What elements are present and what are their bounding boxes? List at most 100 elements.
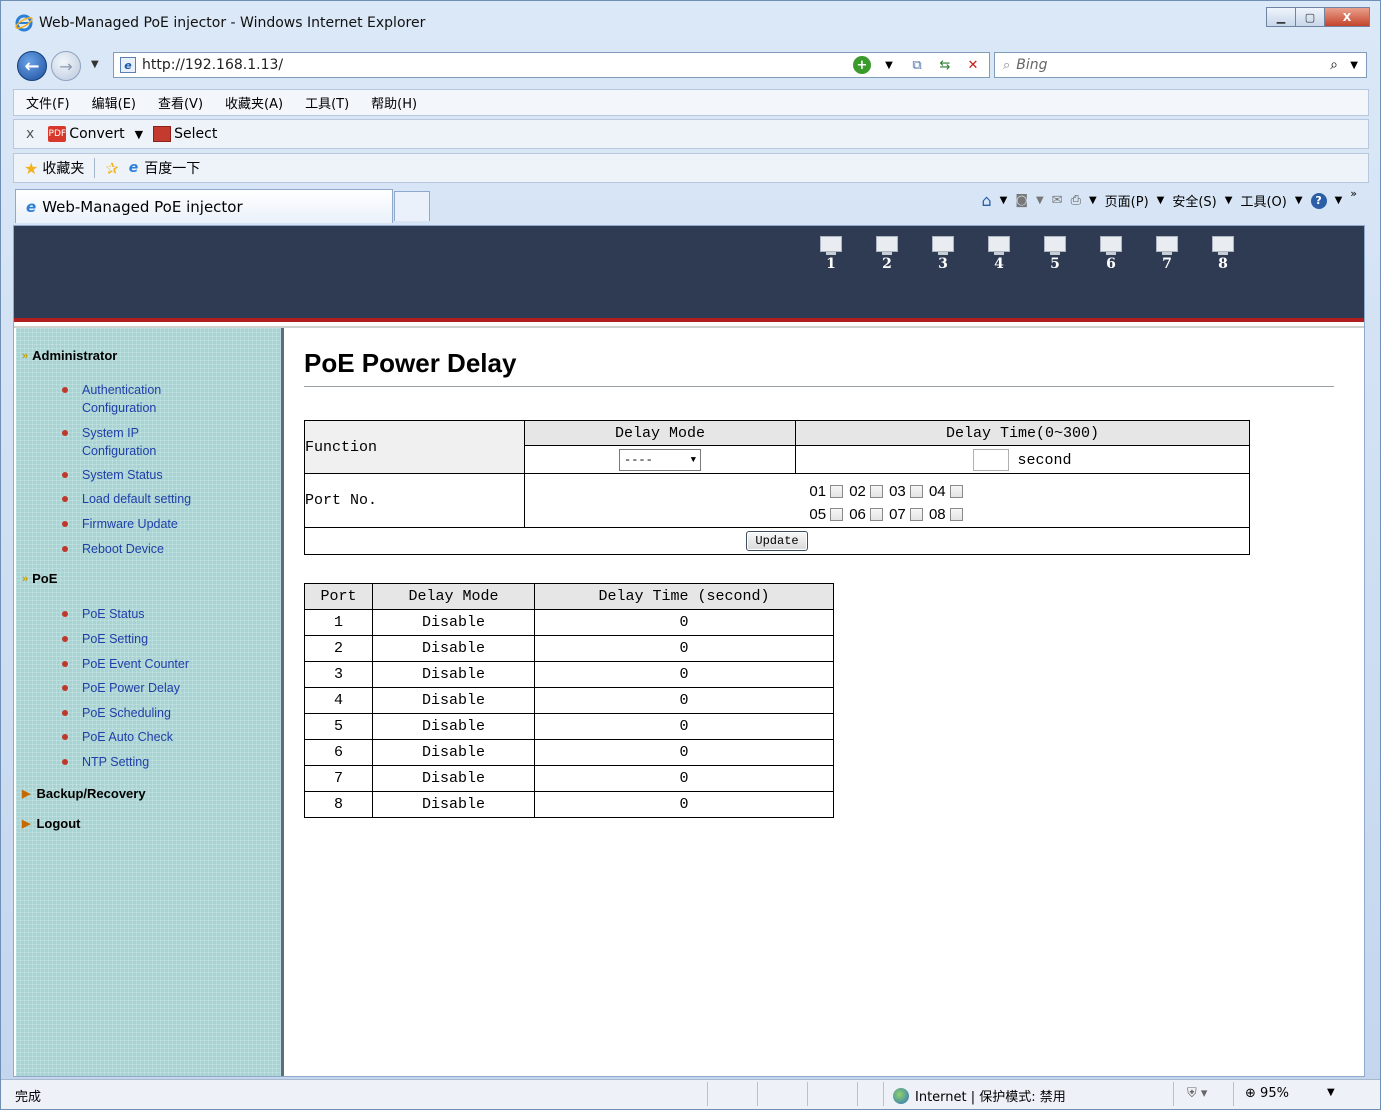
port-indicator[interactable]: 7 [1156,236,1178,271]
maximize-button[interactable]: ▢ [1295,7,1325,27]
sidebar-section-backup-recovery[interactable]: ▶ Backup/Recovery [22,786,146,801]
table-row: 6 Disable 0 [304,739,834,766]
address-bar[interactable]: e http://192.168.1.13/ + ▼ ⧉ ⇆ ✕ [113,52,990,78]
print-icon[interactable]: ⎙ [1071,193,1081,208]
sidebar-section-poe[interactable]: » PoE [22,571,57,586]
search-icon[interactable]: ⌕ [1330,57,1338,73]
sidebar-section-administrator[interactable]: » Administrator [22,348,117,363]
port-indicator[interactable]: 8 [1212,236,1234,271]
port-indicator[interactable]: 4 [988,236,1010,271]
safety-dropdown-icon[interactable]: ▼ [1225,195,1233,206]
port-number: 4 [994,256,1004,272]
sidebar-item-poe-setting[interactable]: PoE Setting [62,630,148,648]
feeds-icon[interactable]: ◙ [1015,193,1028,208]
page-dropdown-icon[interactable]: ▼ [1157,195,1165,206]
mail-icon[interactable]: ✉ [1052,193,1063,208]
sidebar-item-poe-event-counter[interactable]: PoE Event Counter [62,655,189,673]
zoom-level[interactable]: ⊕ 95% [1245,1086,1289,1101]
delay-time-input[interactable] [973,448,1010,471]
cell-delay-time: 0 [534,661,834,688]
tab-active[interactable]: e Web-Managed PoE injector [15,189,393,223]
go-icon[interactable]: + [853,56,871,74]
close-button[interactable]: X [1324,7,1370,27]
port-indicator[interactable]: 6 [1100,236,1122,271]
refresh-icon[interactable]: ⇆ [935,55,955,75]
delay-mode-select[interactable]: ---- [619,448,701,471]
port-indicator[interactable]: 1 [820,236,842,271]
help-icon[interactable]: ? [1310,192,1327,209]
print-dropdown-icon[interactable]: ▼ [1089,195,1097,206]
port-checkbox-05[interactable] [830,507,844,521]
menu-favorites[interactable]: 收藏夹(A) [213,93,293,112]
stop-icon[interactable]: ✕ [963,55,983,75]
sidebar-item-firmware-update[interactable]: Firmware Update [62,515,178,533]
chevron-more-icon[interactable]: » [1350,187,1357,200]
sidebar-item-authentication-configuration[interactable]: Authentication Configuration [62,381,161,417]
sidebar-item-poe-auto-check[interactable]: PoE Auto Check [62,728,173,746]
menu-help[interactable]: 帮助(H) [359,93,427,112]
search-box[interactable]: ⌕ Bing ⌕ ▼ [994,52,1367,78]
sidebar-item-system-status[interactable]: System Status [62,466,163,484]
port-checkbox-01[interactable] [830,484,844,498]
sidebar-item-poe-scheduling[interactable]: PoE Scheduling [62,704,171,722]
device-header: 1 2 3 4 5 6 7 8 [14,226,1364,322]
url-text[interactable]: http://192.168.1.13/ [142,57,853,73]
port-checkbox-02[interactable] [869,484,883,498]
favorites-button[interactable]: 收藏夹 [42,158,84,178]
sidebar-item-system-ip-configuration[interactable]: System IP Configuration [62,424,156,460]
sidebar-item-poe-status[interactable]: PoE Status [62,605,145,623]
home-dropdown-icon[interactable]: ▼ [1000,195,1008,206]
sidebar-item-load-default-setting[interactable]: Load default setting [62,490,191,508]
search-input[interactable]: Bing [1016,57,1330,73]
menu-edit[interactable]: 编辑(E) [80,93,146,112]
port-checkbox-06[interactable] [869,507,883,521]
select-button[interactable]: Select [174,126,217,142]
home-icon[interactable]: ⌂ [981,191,991,210]
search-dropdown-icon[interactable]: ▼ [1350,60,1358,71]
port-icon [1212,236,1234,252]
page-viewport: 1 2 3 4 5 6 7 8 » Administrator Authenti… [13,225,1365,1077]
protected-mode-icon[interactable]: ⛨ ▾ [1187,1086,1207,1101]
page-menu[interactable]: 页面(P) [1105,191,1149,210]
port-indicator[interactable]: 2 [876,236,898,271]
feeds-dropdown-icon[interactable]: ▼ [1036,195,1044,206]
port-checkbox-04[interactable] [949,484,963,498]
favorites-link-baidu[interactable]: 百度一下 [144,158,200,178]
address-dropdown-icon[interactable]: ▼ [879,55,899,75]
sidebar-item-reboot-device[interactable]: Reboot Device [62,540,164,558]
security-zone[interactable]: Internet | 保护模式: 禁用 [893,1086,1066,1105]
convert-button[interactable]: Convert [69,126,124,142]
toolbar-close-icon[interactable]: x [26,126,34,142]
help-dropdown-icon[interactable]: ▼ [1335,195,1343,206]
back-button[interactable]: ← [17,51,47,81]
minimize-button[interactable]: ▁ [1266,7,1296,27]
update-button[interactable]: Update [746,531,808,551]
history-dropdown-icon[interactable]: ▼ [91,59,99,70]
port-checkbox-label: 01 [809,482,827,500]
tools-menu[interactable]: 工具(O) [1240,191,1286,210]
sidebar-item-poe-power-delay[interactable]: PoE Power Delay [62,679,180,697]
port-indicator[interactable]: 5 [1044,236,1066,271]
new-tab-button[interactable] [394,191,430,221]
port-indicators: 1 2 3 4 5 6 7 8 [820,236,1234,271]
tools-dropdown-icon[interactable]: ▼ [1295,195,1303,206]
menu-file[interactable]: 文件(F) [14,93,80,112]
compatibility-icon[interactable]: ⧉ [907,55,927,75]
menu-tools[interactable]: 工具(T) [293,93,359,112]
function-label: Function [304,420,525,474]
safety-menu[interactable]: 安全(S) [1172,191,1216,210]
port-checkbox-08[interactable] [949,507,963,521]
sidebar-section-logout[interactable]: ▶ Logout [22,816,81,831]
convert-dropdown-icon[interactable]: ▼ [135,128,143,141]
menu-view[interactable]: 查看(V) [146,93,213,112]
window-title: Web-Managed PoE injector - Windows Inter… [39,15,426,31]
zoom-dropdown-icon[interactable]: ▼ [1327,1087,1335,1098]
browser-window: Web-Managed PoE injector - Windows Inter… [0,0,1381,1110]
sidebar-item-ntp-setting[interactable]: NTP Setting [62,753,149,771]
port-indicator[interactable]: 3 [932,236,954,271]
forward-button[interactable]: → [51,51,81,81]
add-favorite-icon[interactable]: ✰ [105,159,118,178]
port-checkbox-07[interactable] [909,507,923,521]
table-row: 1 Disable 0 [304,609,834,636]
port-checkbox-03[interactable] [909,484,923,498]
